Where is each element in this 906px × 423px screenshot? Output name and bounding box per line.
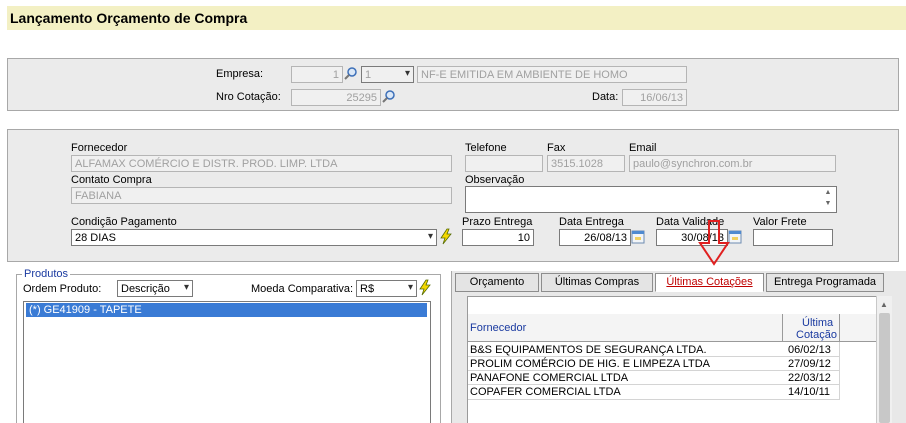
lightning-icon[interactable] bbox=[418, 279, 432, 296]
products-legend: Produtos bbox=[22, 268, 71, 280]
ordem-produto-select[interactable]: Descrição ▾ bbox=[117, 280, 193, 297]
data-entrega-input[interactable]: 26/08/13 bbox=[559, 229, 631, 246]
ordem-produto-label: Ordem Produto: bbox=[23, 283, 102, 295]
fornecedor-label: Fornecedor bbox=[71, 142, 128, 154]
empresa-select-value: 1 bbox=[365, 69, 372, 81]
condicao-label: Condição Pagamento bbox=[71, 216, 177, 228]
data-entrega-label: Data Entrega bbox=[559, 216, 624, 228]
row-divider bbox=[468, 370, 840, 371]
row-data: 27/09/12 bbox=[788, 358, 831, 370]
tab-ultimas-cotacoes[interactable]: Últimas Cotações bbox=[655, 273, 764, 292]
table-row[interactable]: PROLIM COMÉRCIO DE HIG. E LIMPEZA LTDA 2… bbox=[470, 357, 870, 371]
data-label: Data: bbox=[592, 91, 619, 103]
column-header-cotacao-line2[interactable]: Cotação bbox=[796, 329, 837, 341]
nro-cotacao-label: Nro Cotação: bbox=[216, 91, 281, 103]
table-row[interactable]: B&S EQUIPAMENTOS DE SEGURANÇA LTDA. 06/0… bbox=[470, 343, 870, 357]
chevron-down-icon: ▾ bbox=[407, 282, 413, 293]
condicao-select-value: 28 DIAS bbox=[75, 232, 116, 244]
fax-label: Fax bbox=[547, 142, 566, 154]
column-header-fornecedor[interactable]: Fornecedor bbox=[470, 322, 526, 334]
chevron-down-icon: ▾ bbox=[183, 282, 189, 293]
chevron-down-icon: ▾ bbox=[404, 68, 410, 79]
row-data: 14/10/11 bbox=[788, 386, 831, 398]
telefone-label: Telefone bbox=[465, 142, 507, 154]
row-divider bbox=[468, 384, 840, 385]
valor-frete-label: Valor Frete bbox=[753, 216, 807, 228]
empresa-label: Empresa: bbox=[216, 68, 264, 80]
row-data: 06/02/13 bbox=[788, 344, 831, 356]
observacao-label: Observação bbox=[465, 174, 525, 186]
telefone-input bbox=[465, 155, 543, 172]
prazo-label: Prazo Entrega bbox=[462, 216, 533, 228]
contato-input: FABIANA bbox=[71, 187, 452, 204]
tab-orcamento[interactable]: Orçamento bbox=[455, 273, 539, 292]
empresa-code-input[interactable]: 1 bbox=[291, 66, 343, 83]
header-divider bbox=[839, 314, 840, 342]
calendar-icon[interactable] bbox=[631, 229, 645, 244]
row-data: 22/03/12 bbox=[788, 372, 831, 384]
empresa-select[interactable]: 1 ▾ bbox=[361, 66, 414, 83]
condicao-select[interactable]: 28 DIAS ▾ bbox=[71, 229, 437, 246]
column-header-cotacao-line1[interactable]: Última bbox=[802, 317, 833, 329]
row-fornecedor: PANAFONE COMERCIAL LTDA bbox=[470, 372, 629, 384]
column-divider bbox=[839, 342, 840, 399]
row-fornecedor: B&S EQUIPAMENTOS DE SEGURANÇA LTDA. bbox=[470, 344, 707, 356]
table-row[interactable]: PANAFONE COMERCIAL LTDA 22/03/12 bbox=[470, 371, 870, 385]
fornecedor-input: ALFAMAX COMÉRCIO E DISTR. PROD. LIMP. LT… bbox=[71, 155, 452, 172]
observacao-textarea[interactable] bbox=[465, 186, 837, 213]
tab-ultimas-compras[interactable]: Últimas Compras bbox=[541, 273, 653, 292]
scrollbar-thumb[interactable] bbox=[879, 313, 890, 423]
email-input: paulo@synchron.com.br bbox=[629, 155, 836, 172]
scroll-up-icon[interactable]: ▲ bbox=[880, 300, 888, 309]
table-row[interactable]: COPAFER COMERCIAL LTDA 14/10/11 bbox=[470, 385, 870, 399]
list-item[interactable]: (*) GE41909 - TAPETE bbox=[26, 303, 427, 317]
header-divider bbox=[782, 314, 783, 342]
ordem-produto-value: Descrição bbox=[121, 283, 170, 295]
row-fornecedor: COPAFER COMERCIAL LTDA bbox=[470, 386, 621, 398]
textarea-scrollbar[interactable]: ▲ ▼ bbox=[820, 187, 836, 212]
email-label: Email bbox=[629, 142, 657, 154]
chevron-down-icon: ▾ bbox=[427, 231, 433, 242]
data-input: 16/06/13 bbox=[622, 89, 687, 106]
page-title: Lançamento Orçamento de Compra bbox=[7, 6, 906, 30]
moeda-label: Moeda Comparativa: bbox=[251, 283, 354, 295]
tab-entrega-programada[interactable]: Entrega Programada bbox=[766, 273, 884, 292]
row-fornecedor: PROLIM COMÉRCIO DE HIG. E LIMPEZA LTDA bbox=[470, 358, 711, 370]
red-arrow-icon bbox=[697, 219, 731, 267]
fax-input: 3515.1028 bbox=[547, 155, 625, 172]
contato-label: Contato Compra bbox=[71, 174, 152, 186]
nro-cotacao-input[interactable]: 25295 bbox=[291, 89, 381, 106]
moeda-select-value: R$ bbox=[360, 283, 375, 295]
moeda-select[interactable]: R$ ▾ bbox=[356, 280, 417, 297]
row-divider bbox=[468, 399, 840, 400]
lightning-icon[interactable] bbox=[439, 228, 453, 245]
search-icon[interactable] bbox=[343, 66, 358, 81]
prazo-input[interactable]: 10 bbox=[462, 229, 534, 246]
row-divider bbox=[468, 356, 840, 357]
search-icon[interactable] bbox=[381, 89, 396, 104]
product-list[interactable] bbox=[23, 301, 431, 423]
valor-frete-input[interactable] bbox=[753, 229, 833, 246]
empresa-description: NF-E EMITIDA EM AMBIENTE DE HOMO bbox=[417, 66, 687, 83]
